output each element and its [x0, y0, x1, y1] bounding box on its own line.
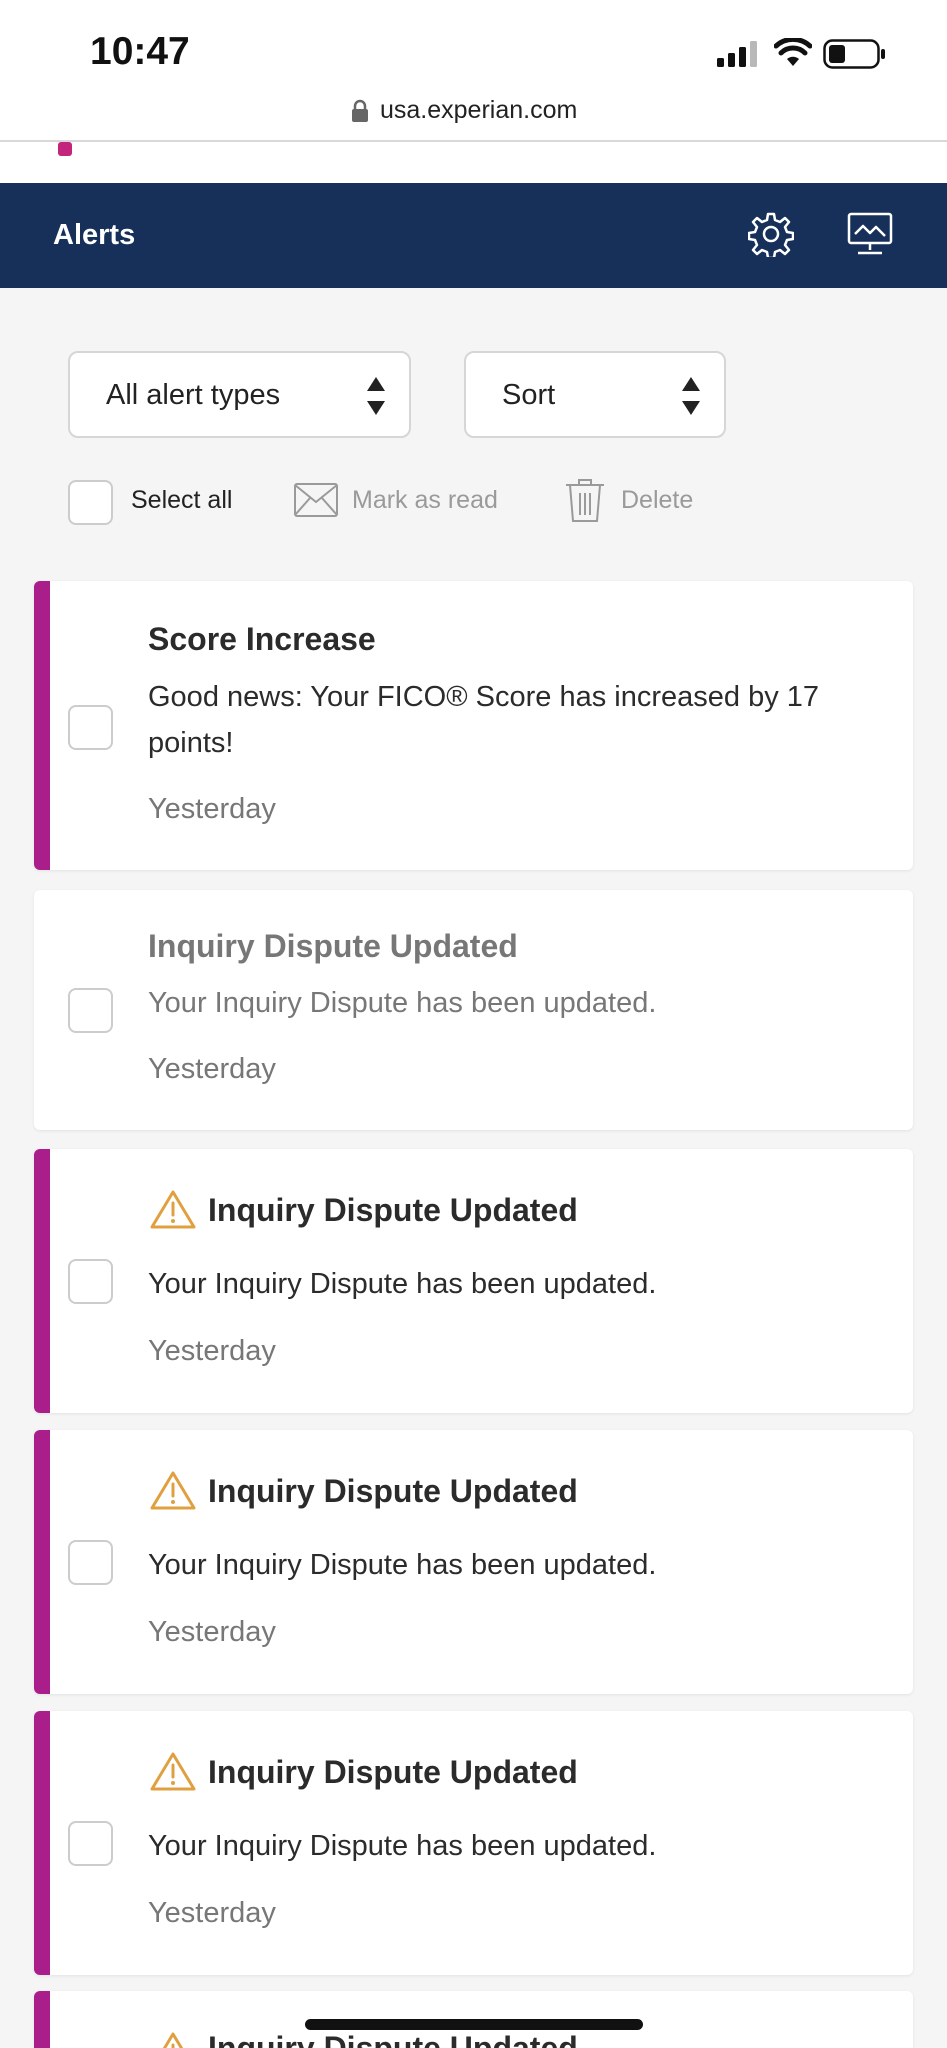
wifi-icon — [774, 38, 812, 66]
trash-icon[interactable] — [564, 476, 606, 524]
select-all-label[interactable]: Select all — [131, 486, 232, 515]
alert-title: Inquiry Dispute Updated — [208, 2030, 578, 2048]
alert-body: Good news: Your FICO® Score has increase… — [148, 681, 820, 759]
unread-indicator — [34, 1711, 50, 1975]
warning-icon — [150, 1190, 196, 1229]
alert-date: Yesterday — [148, 1616, 276, 1648]
alert-card[interactable]: Inquiry Dispute Updated Your Inquiry Dis… — [34, 1430, 913, 1694]
sort-select-value: Sort — [502, 379, 556, 411]
alert-type-select-value: All alert types — [106, 379, 281, 411]
alert-date: Yesterday — [148, 1053, 276, 1085]
battery-icon — [823, 39, 885, 69]
alert-body: Your Inquiry Dispute has been updated. — [148, 987, 657, 1019]
cellular-signal-icon — [717, 41, 757, 67]
alert-date: Yesterday — [148, 793, 276, 825]
alert-title: Inquiry Dispute Updated — [208, 1473, 578, 1509]
unread-indicator — [34, 581, 50, 870]
select-arrows-icon — [367, 377, 385, 415]
status-bar: 10:47 — [0, 0, 947, 100]
alert-body: Your Inquiry Dispute has been updated. — [148, 1268, 657, 1300]
status-time: 10:47 — [90, 30, 190, 73]
select-arrows-icon — [682, 377, 700, 415]
alert-checkbox[interactable] — [68, 1821, 113, 1866]
warning-icon — [150, 1752, 196, 1791]
alert-type-select[interactable]: All alert types — [68, 351, 411, 438]
alert-title: Score Increase — [148, 621, 376, 657]
alert-checkbox[interactable] — [68, 988, 113, 1033]
home-indicator — [305, 2019, 643, 2030]
lock-icon — [352, 99, 368, 122]
warning-icon — [162, 2032, 184, 2048]
alert-card[interactable]: Score Increase Good news: Your FICO® Sco… — [34, 581, 913, 870]
warning-icon — [150, 1471, 196, 1510]
alert-date: Yesterday — [148, 1335, 276, 1367]
gear-icon[interactable] — [748, 211, 794, 257]
alert-checkbox[interactable] — [68, 1540, 113, 1585]
alert-card[interactable]: Inquiry Dispute Updated Your Inquiry Dis… — [34, 1149, 913, 1413]
mark-as-read-button[interactable]: Mark as read — [352, 486, 498, 515]
alert-date: Yesterday — [148, 1897, 276, 1929]
alert-title: Inquiry Dispute Updated — [148, 928, 518, 964]
alert-checkbox[interactable] — [68, 1259, 113, 1304]
page-title: Alerts — [53, 219, 136, 251]
alert-body: Your Inquiry Dispute has been updated. — [148, 1549, 657, 1581]
delete-button[interactable]: Delete — [621, 486, 693, 515]
alert-title: Inquiry Dispute Updated — [208, 1754, 578, 1790]
unread-indicator — [34, 1430, 50, 1694]
envelope-icon[interactable] — [293, 482, 339, 518]
site-nav-strip — [0, 142, 947, 183]
alert-title: Inquiry Dispute Updated — [208, 1192, 578, 1228]
monitor-icon[interactable] — [846, 211, 894, 257]
alerts-header: Alerts — [0, 183, 947, 288]
unread-indicator — [34, 1991, 50, 2048]
alert-card[interactable]: Inquiry Dispute Updated Your Inquiry Dis… — [34, 890, 913, 1130]
unread-indicator — [34, 1149, 50, 1413]
url-text: usa.experian.com — [380, 96, 578, 124]
experian-logo-fragment — [58, 142, 72, 156]
browser-url-bar[interactable]: usa.experian.com — [0, 86, 947, 140]
select-all-checkbox[interactable] — [68, 480, 113, 525]
alert-card[interactable]: Inquiry Dispute Updated Your Inquiry Dis… — [34, 1711, 913, 1975]
alert-checkbox[interactable] — [68, 705, 113, 750]
alert-body: Your Inquiry Dispute has been updated. — [148, 1830, 657, 1862]
sort-select[interactable]: Sort — [464, 351, 726, 438]
